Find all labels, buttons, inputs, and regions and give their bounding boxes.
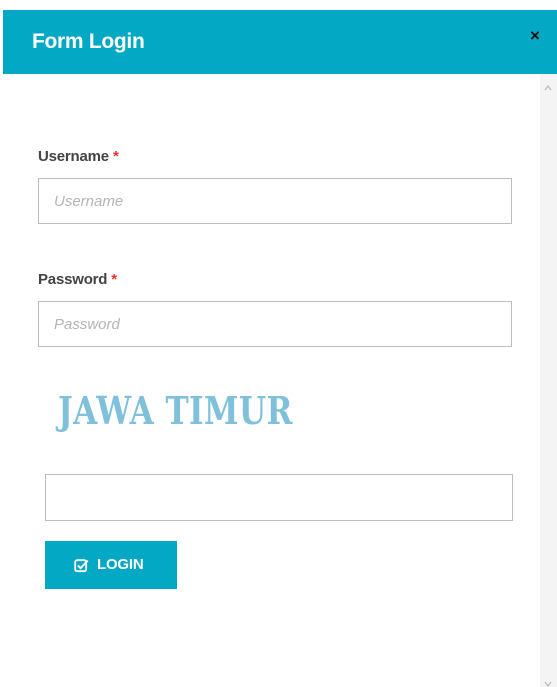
username-input[interactable]: Username — [38, 178, 512, 224]
password-placeholder: Password — [54, 316, 120, 333]
username-placeholder: Username — [54, 193, 124, 210]
login-button[interactable]: LOGIN — [45, 541, 177, 589]
required-marker: * — [111, 271, 117, 288]
username-label: Username * — [38, 148, 119, 165]
vertical-scrollbar[interactable] — [540, 74, 557, 687]
required-marker: * — [112, 148, 119, 165]
scroll-up-icon[interactable] — [544, 84, 552, 92]
password-label: Password * — [38, 271, 117, 288]
password-input[interactable]: Password — [38, 301, 512, 347]
username-label-text: Username — [38, 148, 109, 165]
scroll-down-icon[interactable] — [544, 681, 552, 687]
password-label-text: Password — [38, 271, 108, 288]
captcha-image: JAWA TIMUR — [58, 388, 293, 433]
dialog-title: Form Login — [32, 30, 145, 53]
dialog-header: Form Login — [3, 10, 557, 74]
close-icon[interactable]: × — [528, 27, 542, 44]
captcha-input[interactable] — [45, 474, 513, 521]
login-button-label: LOGIN — [97, 556, 144, 573]
check-square-icon — [74, 559, 89, 573]
